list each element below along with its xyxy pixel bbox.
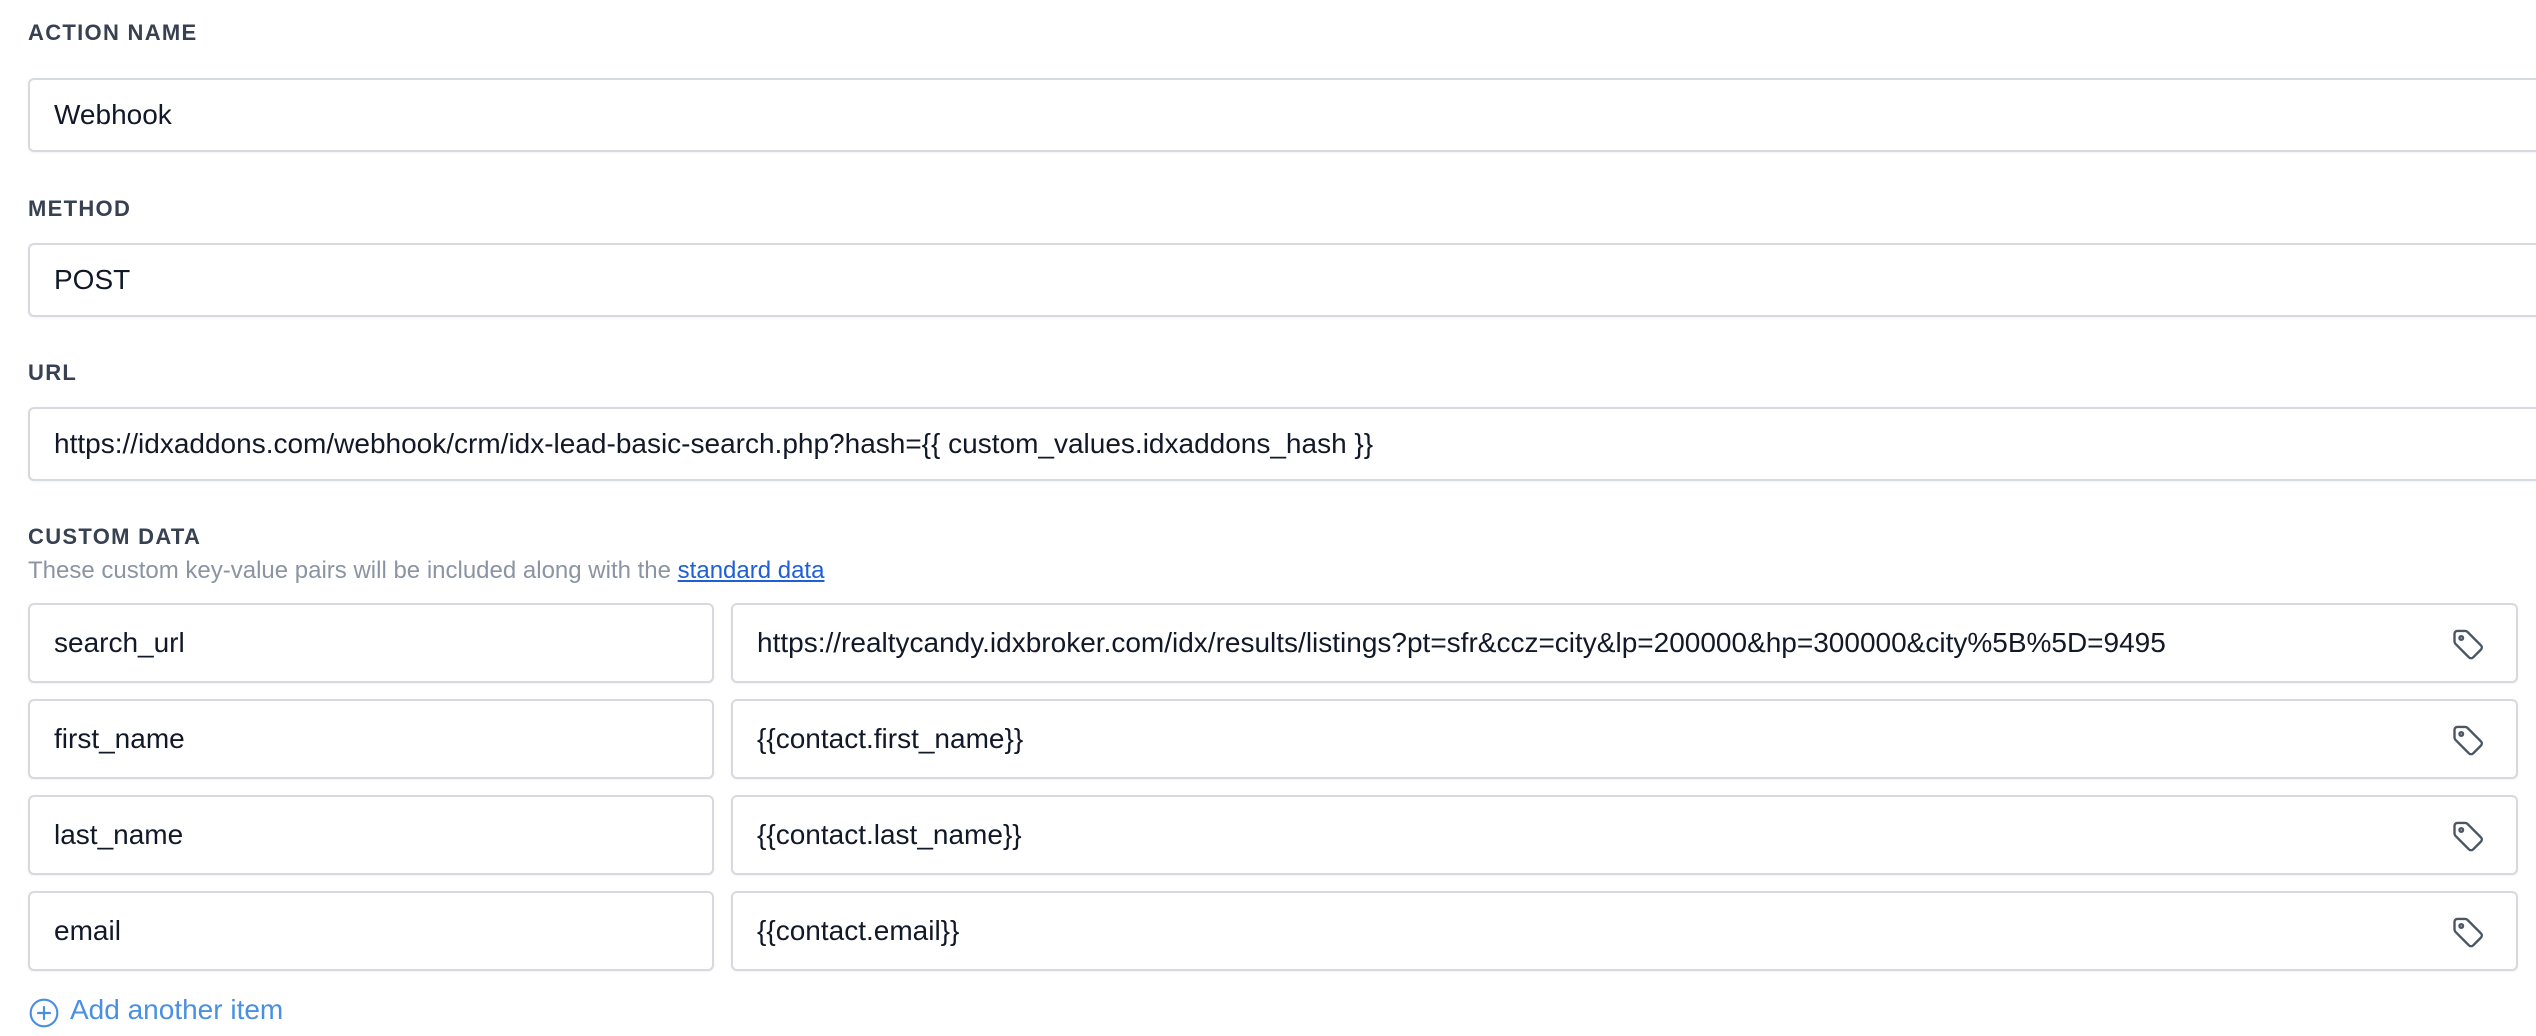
custom-data-value-text: https://realtycandy.idxbroker.com/idx/re… [757, 627, 2166, 658]
custom-data-key-input[interactable]: email [28, 891, 714, 971]
custom-data-value-text: {{contact.email}} [757, 915, 960, 946]
custom-data-value-text: {{contact.first_name}} [757, 723, 1024, 754]
custom-data-row: email {{contact.email}} [28, 891, 2518, 971]
custom-data-key-input[interactable]: first_name [28, 699, 714, 779]
method-select[interactable]: POST [28, 243, 2536, 317]
custom-data-value-input[interactable]: {{contact.last_name}} [731, 795, 2518, 875]
tag-icon[interactable] [2450, 915, 2486, 951]
tag-icon[interactable] [2450, 627, 2486, 663]
standard-data-link[interactable]: standard data [678, 557, 825, 584]
add-another-item-label: Add another item [70, 994, 284, 1025]
custom-data-key-input[interactable]: search_url [28, 603, 714, 683]
tag-icon[interactable] [2450, 723, 2486, 759]
url-label: URL [28, 360, 78, 385]
plus-circle-icon [29, 998, 59, 1028]
custom-data-value-input[interactable]: {{contact.first_name}} [731, 699, 2518, 779]
custom-data-value-text: {{contact.last_name}} [757, 819, 1022, 850]
url-input[interactable]: https://idxaddons.com/webhook/crm/idx-le… [28, 407, 2536, 481]
helper-text-prefix: These custom key-value pairs will be inc… [28, 557, 678, 584]
webhook-action-form: ACTION NAME Webhook METHOD POST URL http… [0, 0, 2536, 1036]
custom-data-row: last_name {{contact.last_name}} [28, 795, 2518, 875]
custom-data-row: first_name {{contact.first_name}} [28, 699, 2518, 779]
custom-data-key-input[interactable]: last_name [28, 795, 714, 875]
custom-data-value-input[interactable]: {{contact.email}} [731, 891, 2518, 971]
action-name-input[interactable]: Webhook [28, 78, 2536, 152]
custom-data-value-input[interactable]: https://realtycandy.idxbroker.com/idx/re… [731, 603, 2518, 683]
add-another-item-button[interactable]: Add another item [28, 990, 283, 1030]
custom-data-row: search_url https://realtycandy.idxbroker… [28, 603, 2518, 683]
action-name-label: ACTION NAME [28, 20, 198, 45]
tag-icon[interactable] [2450, 819, 2486, 855]
custom-data-helper: These custom key-value pairs will be inc… [28, 557, 824, 585]
custom-data-label: CUSTOM DATA [28, 524, 202, 549]
method-label: METHOD [28, 196, 132, 221]
